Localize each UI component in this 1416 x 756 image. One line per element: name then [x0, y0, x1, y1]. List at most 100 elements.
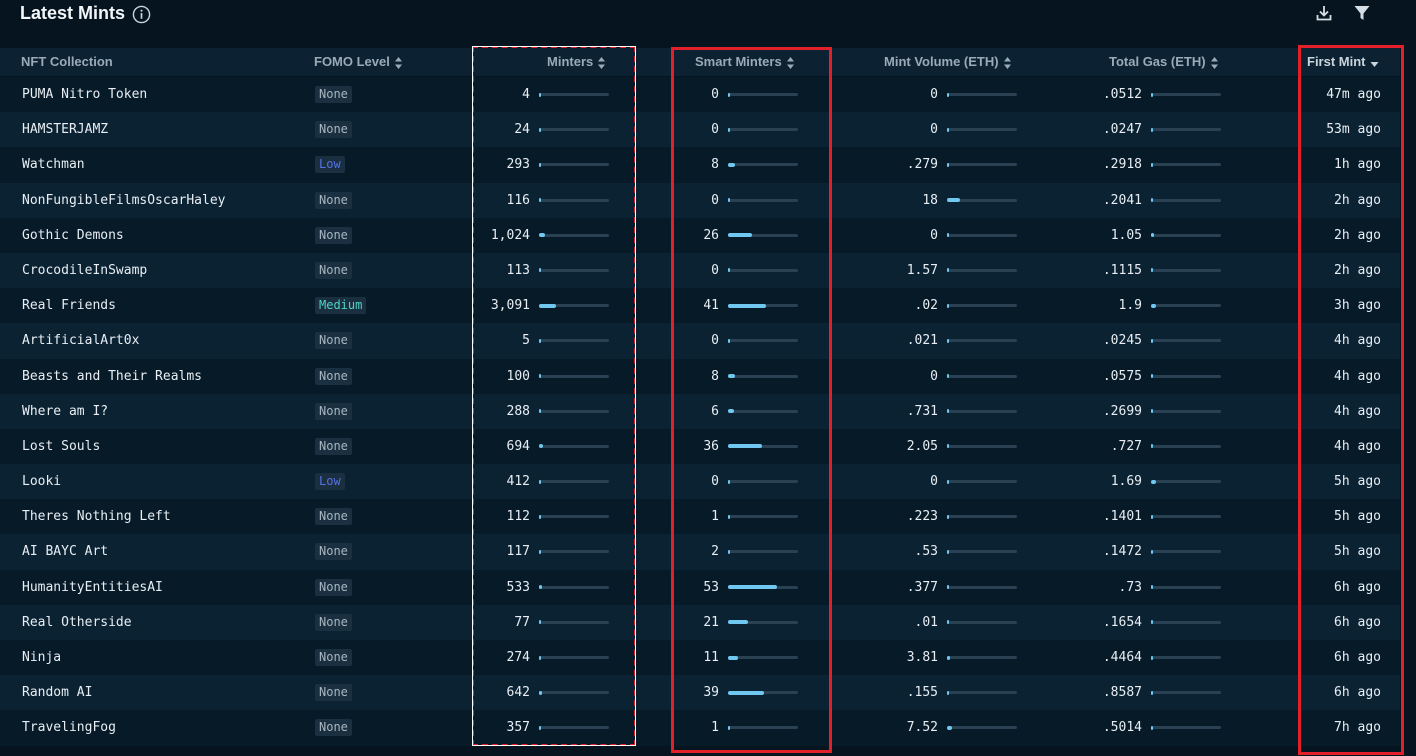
bar-fill: [947, 409, 949, 414]
bar-fill: [728, 585, 778, 590]
bar-fill: [728, 409, 734, 414]
sort-icon: [1003, 56, 1011, 69]
table-row[interactable]: CrocodileInSwamp None 113 0 1.57 .1115 2h ago: [0, 252, 1400, 289]
column-header-collection[interactable]: NFT Collection: [21, 48, 113, 76]
table-row[interactable]: PUMA Nitro Token None 4 0 0 .0512 47m ago: [0, 77, 1400, 113]
table-row[interactable]: Random AI None 642 39 .155 .8587 6h ago: [0, 675, 1400, 711]
bar-fill: [539, 233, 545, 238]
table-row[interactable]: HumanityEntitiesAI None 533 53 .377 .73 6h ago: [0, 569, 1400, 605]
bar-fill: [947, 162, 949, 167]
bar-fill: [1151, 409, 1153, 414]
table-row[interactable]: Where am I? None 288 6 .731 .2699 4h ago: [0, 393, 1400, 429]
table-row[interactable]: Watchman Low 293 8 .279 .2918 1h ago: [0, 147, 1400, 183]
table-row[interactable]: Theres Nothing Left None 112 1 .223 .1401 5h a…: [0, 499, 1400, 535]
column-header-minters[interactable]: Minters: [547, 48, 606, 76]
mint-volume-value: .731: [906, 403, 938, 419]
table-row[interactable]: AI BAYC Art None 117 2 .53 .1472 5h ago: [0, 534, 1400, 570]
total-gas-bar: [1151, 409, 1221, 414]
table-row[interactable]: Gothic Demons None 1,024 26 0 1.05 2h ago: [0, 217, 1400, 253]
mint-volume-bar: [947, 92, 1017, 97]
table-row[interactable]: Real Friends Medium 3,091 41 .02 1.9 3h ago: [0, 288, 1400, 324]
minters-bar: [539, 479, 609, 484]
table-row[interactable]: ArtificialArt0x None 5 0 .021 .0245 4h ago: [0, 323, 1400, 359]
mint-volume-bar: [947, 690, 1017, 695]
total-gas-value: .0247: [1102, 122, 1142, 138]
first-mint-value: 5h ago: [1334, 474, 1381, 490]
first-mint-value: 4h ago: [1334, 368, 1381, 384]
mint-volume-value: .155: [906, 685, 938, 701]
bar-fill: [728, 655, 739, 660]
minters-value: 694: [506, 438, 530, 454]
collection-name: HAMSTERJAMZ: [22, 122, 109, 138]
table-row[interactable]: Looki Low 412 0 0 1.69 5h ago: [0, 464, 1400, 500]
smart-minters-bar: [728, 514, 798, 519]
collection-name: Theres Nothing Left: [22, 509, 171, 525]
minters-bar: [539, 444, 609, 449]
minters-value: 4: [522, 87, 530, 102]
total-gas-bar: [1151, 92, 1221, 97]
first-mint-value: 4h ago: [1334, 333, 1381, 349]
smart-minters-bar: [728, 585, 798, 590]
first-mint-value: 53m ago: [1326, 122, 1381, 138]
table-row[interactable]: NonFungibleFilmsOscarHaley None 116 0 18 .204…: [0, 182, 1400, 218]
column-header-total-gas[interactable]: Total Gas (ETH): [1109, 48, 1219, 76]
bar-fill: [1151, 620, 1153, 625]
table-row[interactable]: Ninja None 274 11 3.81 .4464 6h ago: [0, 640, 1400, 676]
total-gas-bar: [1151, 585, 1221, 590]
smart-minters-bar: [728, 549, 798, 554]
table-row[interactable]: HAMSTERJAMZ None 24 0 0 .0247 53m ago: [0, 112, 1400, 148]
table-row[interactable]: TravelingFog None 357 1 7.52 .5014 7h ago: [0, 710, 1400, 746]
minters-value: 274: [506, 650, 530, 665]
smart-minters-value: 2: [711, 544, 719, 560]
bar-fill: [1151, 92, 1153, 97]
column-header-fomo[interactable]: FOMO Level: [314, 48, 403, 76]
fomo-badge: None: [315, 578, 352, 596]
fomo-badge: None: [315, 367, 352, 385]
minters-bar: [539, 549, 609, 554]
mint-volume-bar: [947, 620, 1017, 625]
mint-volume-value: .021: [906, 333, 938, 349]
table-row[interactable]: Real Otherside None 77 21 .01 .1654 6h ago: [0, 604, 1400, 640]
total-gas-bar: [1151, 198, 1221, 203]
column-header-smart-minters[interactable]: Smart Minters: [695, 48, 795, 76]
total-gas-bar: [1151, 725, 1221, 730]
smart-minters-value: 0: [711, 192, 719, 208]
column-header-first-mint[interactable]: First Mint: [1307, 48, 1379, 76]
bar-fill: [1151, 549, 1153, 554]
fomo-badge: None: [315, 402, 352, 420]
bar-fill: [539, 92, 541, 97]
total-gas-value: 1.69: [1110, 474, 1142, 490]
minters-value: 1,024: [490, 227, 530, 243]
minters-value: 116: [506, 192, 530, 208]
bar-fill: [728, 514, 730, 519]
minters-value: 288: [506, 403, 530, 419]
sort-icon: [598, 56, 606, 69]
column-header-mint-volume[interactable]: Mint Volume (ETH): [884, 48, 1012, 76]
first-mint-value: 5h ago: [1334, 509, 1381, 525]
mint-volume-value: 3.81: [906, 650, 938, 665]
bar-fill: [947, 514, 949, 519]
total-gas-bar: [1151, 655, 1221, 660]
info-icon[interactable]: [132, 5, 151, 24]
bar-fill: [1151, 268, 1153, 273]
bar-fill: [947, 268, 949, 273]
total-gas-value: .2918: [1102, 157, 1142, 173]
bar-fill: [947, 233, 949, 238]
download-icon[interactable]: [1315, 4, 1333, 22]
collection-name: Looki: [22, 474, 62, 490]
bar-fill: [539, 549, 541, 554]
bar-fill: [539, 620, 541, 625]
mint-volume-bar: [947, 374, 1017, 378]
minters-value: 293: [506, 157, 530, 173]
table-row[interactable]: Beasts and Their Realms None 100 8 0 .0575 4h …: [0, 358, 1400, 394]
bar-fill: [539, 444, 543, 449]
smart-minters-value: 53: [703, 579, 719, 595]
bar-fill: [728, 162, 736, 167]
fomo-badge: None: [315, 226, 352, 244]
minters-value: 77: [514, 614, 530, 630]
total-gas-value: .5014: [1102, 720, 1142, 736]
filter-icon[interactable]: [1353, 4, 1371, 22]
smart-minters-value: 39: [703, 685, 719, 701]
table-row[interactable]: Lost Souls None 694 36 2.05 .727 4h ago: [0, 428, 1400, 465]
bar-fill: [1151, 585, 1154, 590]
